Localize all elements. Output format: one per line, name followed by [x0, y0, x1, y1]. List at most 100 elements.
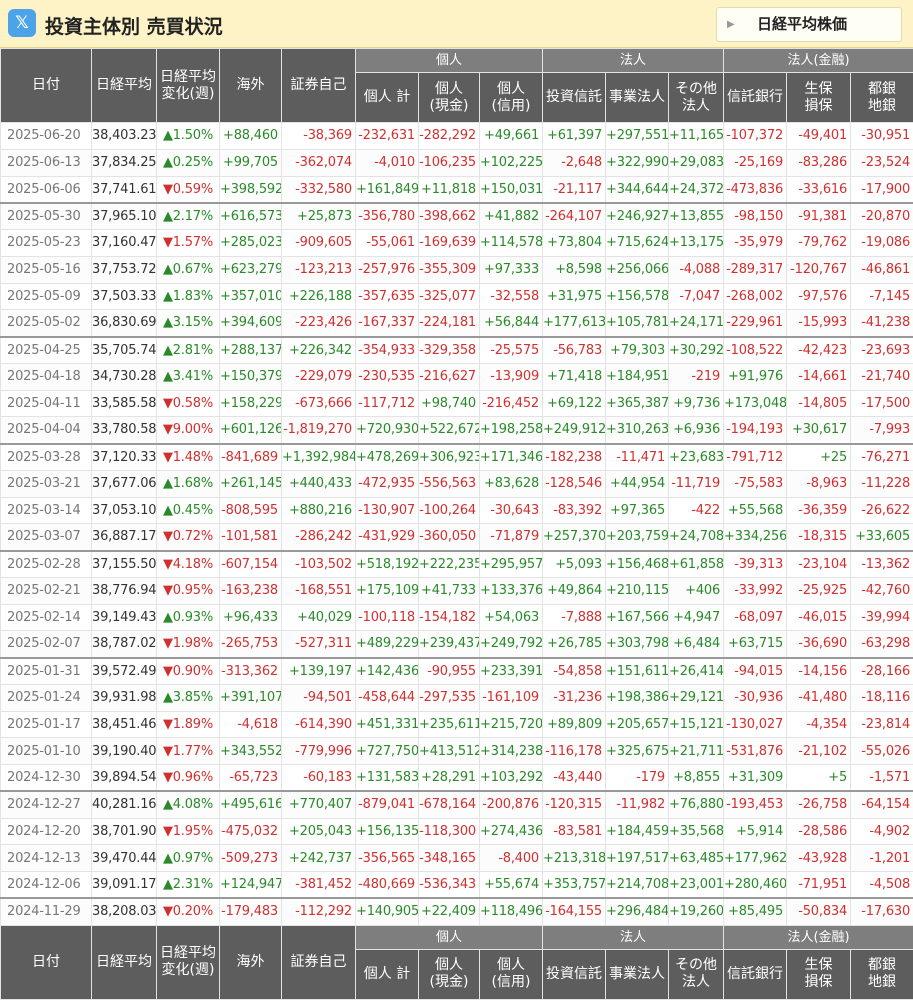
cell-business: +79,303: [605, 335, 670, 364]
table-row: 2024-12-06 39,091.17 ▲2.31% +124,947 -381,45…: [0, 871, 913, 899]
col-regional-l1: 都銀: [868, 80, 897, 97]
cell-foreign: +99,705: [219, 148, 282, 177]
foot-col-other[interactable]: その他 法人: [668, 948, 725, 1000]
cell-regional: -13,362: [850, 549, 913, 578]
cell-business: +205,657: [605, 710, 670, 739]
cell-regional: -19,086: [850, 229, 913, 257]
cell-ind-margin: +198,258: [478, 416, 544, 444]
cell-ind-margin: -161,109: [478, 683, 544, 712]
cell-date: 2025-04-25: [0, 335, 92, 364]
cell-trust: +8,598: [542, 255, 607, 284]
cell-business: +210,115: [605, 576, 670, 605]
cell-trustbank: +334,256: [723, 523, 788, 551]
cell-regional: -64,154: [850, 790, 913, 819]
cell-ind-margin: +41,882: [478, 201, 544, 230]
foot-col-ind-total[interactable]: 個人 計: [355, 948, 419, 1000]
cell-business: +156,578: [605, 282, 670, 311]
cell-other: +76,880: [668, 790, 725, 819]
cell-business: +322,990: [605, 148, 670, 177]
cell-nikkei: 38,787.02: [91, 630, 157, 658]
col-nikkei[interactable]: 日経平均: [91, 48, 157, 123]
cell-trustbank: +177,962: [723, 844, 788, 872]
foot-col-ind-margin[interactable]: 個人 (信用): [478, 948, 544, 1000]
cell-business: +297,551: [605, 122, 670, 150]
cell-proprietary: +226,342: [281, 335, 356, 364]
col-ind-total[interactable]: 個人 計: [355, 72, 419, 123]
cell-date: 2025-06-13: [0, 148, 92, 177]
col-proprietary[interactable]: 証券自己: [281, 48, 356, 123]
foot-col-regional[interactable]: 都銀 地銀: [850, 948, 913, 1000]
cell-business: +715,624: [605, 229, 670, 257]
cell-ind-total: +478,269: [355, 442, 419, 471]
cell-ind-total: +131,583: [355, 764, 419, 792]
cell-trust: -116,178: [542, 737, 607, 765]
cell-other: +19,260: [668, 897, 725, 926]
cell-ind-total: -480,669: [355, 871, 419, 899]
col-ind-margin-l1: 個人: [497, 80, 525, 97]
cell-foreign: -101,581: [219, 523, 282, 551]
cell-ind-margin: +49,661: [478, 122, 544, 150]
col-date[interactable]: 日付: [0, 48, 92, 123]
cell-change: ▲0.67%: [156, 255, 220, 284]
col-insurance[interactable]: 生保 損保: [786, 72, 852, 123]
cell-ind-cash: -154,182: [418, 603, 480, 632]
foot-col-trust[interactable]: 投資信託: [542, 948, 607, 1000]
cell-ind-total: -232,631: [355, 122, 419, 150]
cell-nikkei: 37,741.61: [91, 175, 157, 204]
foot-col-trustbank[interactable]: 信託銀行: [723, 948, 788, 1000]
cell-date: 2025-01-31: [0, 656, 92, 685]
cell-trust: -83,392: [542, 496, 607, 525]
cell-insurance: -42,423: [786, 335, 852, 364]
foot-col-date[interactable]: 日付: [0, 924, 92, 1000]
cell-date: 2025-04-04: [0, 416, 92, 444]
cell-date: 2025-03-21: [0, 469, 92, 498]
cell-nikkei: 37,677.06: [91, 469, 157, 498]
nikkei-average-button[interactable]: ▶ 日経平均株価: [716, 7, 902, 42]
col-foreign[interactable]: 海外: [219, 48, 282, 123]
col-trustbank[interactable]: 信託銀行: [723, 72, 788, 123]
cell-date: 2024-12-13: [0, 844, 92, 872]
cell-ind-margin: +118,496: [478, 897, 544, 926]
cell-trustbank: +31,309: [723, 764, 788, 792]
cell-foreign: -808,595: [219, 496, 282, 525]
col-ind-margin[interactable]: 個人 (信用): [478, 72, 544, 123]
foot-col-business[interactable]: 事業法人: [605, 948, 670, 1000]
cell-date: 2025-03-14: [0, 496, 92, 525]
cell-insurance: -46,015: [786, 603, 852, 632]
cell-ind-margin: +150,031: [478, 175, 544, 204]
foot-col-foreign[interactable]: 海外: [219, 924, 282, 1000]
cell-nikkei: 39,572.49: [91, 656, 157, 685]
col-regional[interactable]: 都銀 地銀: [850, 72, 913, 123]
cell-other: +24,372: [668, 175, 725, 204]
foot-col-ind-cash[interactable]: 個人 (現金): [418, 948, 480, 1000]
cell-ind-total: -55,061: [355, 229, 419, 257]
cell-regional: -23,524: [850, 148, 913, 177]
cell-insurance: -79,762: [786, 229, 852, 257]
cell-trustbank: -268,002: [723, 282, 788, 311]
foot-col-change[interactable]: 日経平均 変化(週): [156, 924, 220, 1000]
cell-regional: -23,814: [850, 710, 913, 739]
cell-ind-total: +720,930: [355, 416, 419, 444]
col-business[interactable]: 事業法人: [605, 72, 670, 123]
cell-insurance: -23,104: [786, 549, 852, 578]
col-change[interactable]: 日経平均 変化(週): [156, 48, 220, 123]
x-logo-icon[interactable]: 𝕏: [8, 9, 36, 37]
cell-trust: +89,809: [542, 710, 607, 739]
foot-col-insurance[interactable]: 生保 損保: [786, 948, 852, 1000]
foot-col-regional-l2: 地銀: [868, 974, 897, 990]
col-change-l2: 変化(週): [161, 85, 215, 102]
col-trust[interactable]: 投資信託: [542, 72, 607, 123]
cell-insurance: -14,156: [786, 656, 852, 685]
table-row: 2025-02-28 37,155.50 ▼4.18% -607,154 -103,50…: [0, 549, 913, 578]
cell-trustbank: -229,961: [723, 309, 788, 337]
col-ind-cash[interactable]: 個人 (現金): [418, 72, 480, 123]
col-other[interactable]: その他 法人: [668, 72, 725, 123]
col-other-l1: その他: [675, 80, 718, 97]
cell-trust: +61,397: [542, 122, 607, 150]
cell-nikkei: 36,887.17: [91, 523, 157, 551]
cell-trustbank: -193,453: [723, 790, 788, 819]
cell-business: +344,644: [605, 175, 670, 204]
foot-col-nikkei[interactable]: 日経平均: [91, 924, 157, 1000]
foot-col-proprietary[interactable]: 証券自己: [281, 924, 356, 1000]
cell-trust: +26,785: [542, 630, 607, 658]
